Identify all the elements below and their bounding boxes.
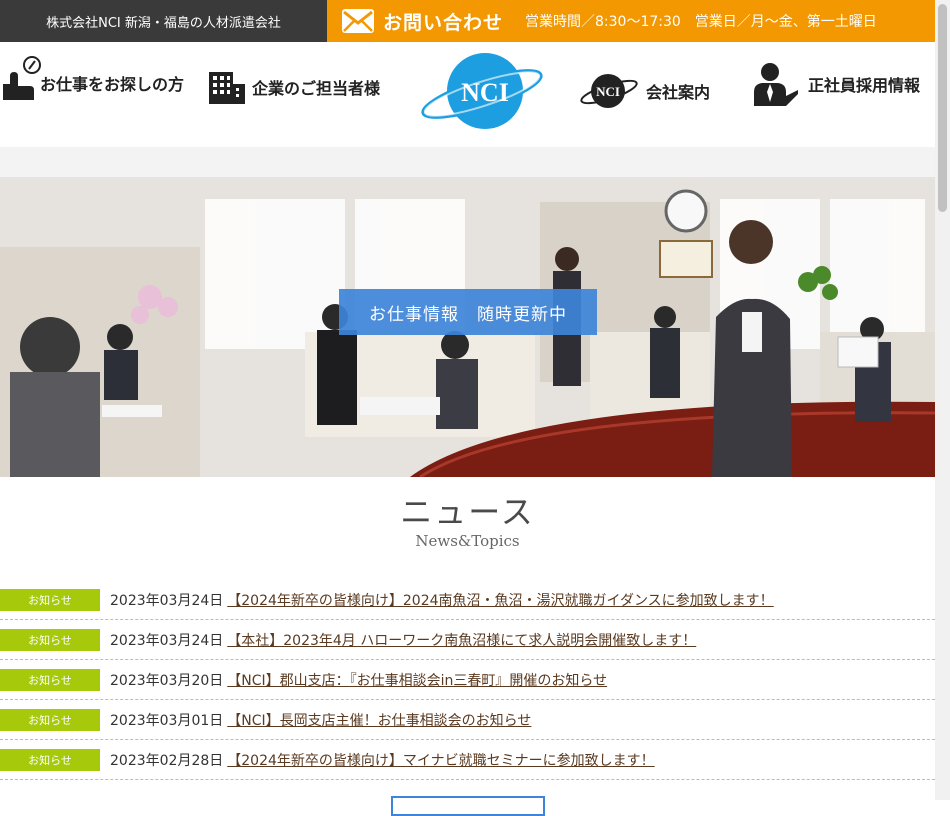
businessman-icon (754, 63, 798, 106)
contact-link[interactable]: お問い合わせ (383, 8, 503, 35)
news-item: お知らせ 2023年03月24日 【本社】2023年4月 ハローワーク南魚沼様に… (0, 620, 935, 660)
svg-text:NCI: NCI (596, 84, 620, 99)
news-item: お知らせ 2023年03月24日 【2024年新卒の皆様向け】2024南魚沼・魚… (0, 580, 935, 620)
nav-companies-label[interactable]: 企業のご担当者様 (252, 75, 380, 99)
news-badge: お知らせ (0, 628, 100, 651)
hero-caption[interactable]: お仕事情報 随時更新中 (339, 289, 597, 335)
business-hours: 営業時間／8:30〜17:30 営業日／月〜金、第一土曜日 (525, 14, 877, 30)
news-link[interactable]: 【本社】2023年4月 ハローワーク南魚沼様にて求人説明会開催致します！ (227, 630, 696, 650)
scrollbar-thumb[interactable] (938, 4, 947, 212)
nav-recruit-label[interactable]: 正社員採用情報 (808, 72, 920, 96)
news-link[interactable]: 【2024年新卒の皆様向け】2024南魚沼・魚沼・湯沢就職ガイダンスに参加致しま… (227, 590, 773, 610)
news-link[interactable]: 【NCI】郡山支店：『お仕事相談会in三春町』開催のお知らせ (227, 670, 607, 690)
more-news-button[interactable] (391, 796, 545, 816)
news-heading: ニュース News&Topics (0, 492, 935, 550)
news-date: 2023年03月24日 (110, 632, 224, 649)
company-tagline-bar: 株式会社NCI 新潟・福島の人材派遣会社 (0, 0, 327, 42)
nav-about-label[interactable]: 会社案内 (646, 79, 710, 103)
news-link[interactable]: 【NCI】長岡支店主催！お仕事相談会のお知らせ (227, 710, 531, 730)
news-badge: お知らせ (0, 588, 100, 611)
news-badge: お知らせ (0, 668, 100, 691)
hero-banner: お仕事情報 随時更新中 (0, 147, 935, 477)
nav-companies[interactable]: 企業のご担当者様 (208, 70, 380, 104)
news-item: お知らせ 2023年03月20日 【NCI】郡山支店：『お仕事相談会in三春町』… (0, 660, 935, 700)
top-bar: 株式会社NCI 新潟・福島の人材派遣会社 お問い合わせ 営業時間／8:30〜17… (0, 0, 935, 42)
news-link[interactable]: 【2024年新卒の皆様向け】マイナビ就職セミナーに参加致します！ (227, 750, 654, 770)
news-list: お知らせ 2023年03月24日 【2024年新卒の皆様向け】2024南魚沼・魚… (0, 580, 935, 780)
news-title: ニュース (400, 493, 535, 531)
news-item: お知らせ 2023年02月28日 【2024年新卒の皆様向け】マイナビ就職セミナ… (0, 740, 935, 780)
nav-about[interactable]: NCI 会社案内 (580, 72, 710, 110)
contact-bar[interactable]: お問い合わせ 営業時間／8:30〜17:30 営業日／月〜金、第一土曜日 (327, 0, 935, 42)
mail-icon[interactable] (341, 8, 375, 34)
nci-mini-logo-icon: NCI (580, 74, 638, 108)
main-nav: お仕事をお探しの方 企業のご担当者様 NCI NCI 会社案内 正社員採用情報 (0, 42, 935, 147)
nci-logo[interactable]: NCI (420, 50, 550, 132)
news-date: 2023年03月20日 (110, 672, 224, 689)
building-icon (209, 72, 245, 104)
news-date: 2023年03月01日 (110, 712, 224, 729)
nav-recruit[interactable]: 正社員採用情報 (752, 62, 920, 106)
news-badge: お知らせ (0, 708, 100, 731)
news-date: 2023年02月28日 (110, 752, 224, 769)
news-date: 2023年03月24日 (110, 592, 224, 609)
news-item: お知らせ 2023年03月01日 【NCI】長岡支店主催！お仕事相談会のお知らせ (0, 700, 935, 740)
page-scrollbar[interactable] (935, 0, 950, 800)
company-tagline: 株式会社NCI 新潟・福島の人材派遣会社 (46, 15, 281, 31)
nav-job-seekers[interactable]: お仕事をお探しの方 (2, 56, 184, 104)
news-badge: お知らせ (0, 748, 100, 771)
news-subtitle: News&Topics (415, 532, 520, 550)
pointing-hand-icon (3, 56, 41, 100)
nav-job-seekers-label[interactable]: お仕事をお探しの方 (40, 71, 184, 95)
logo-text: NCI (461, 78, 509, 107)
